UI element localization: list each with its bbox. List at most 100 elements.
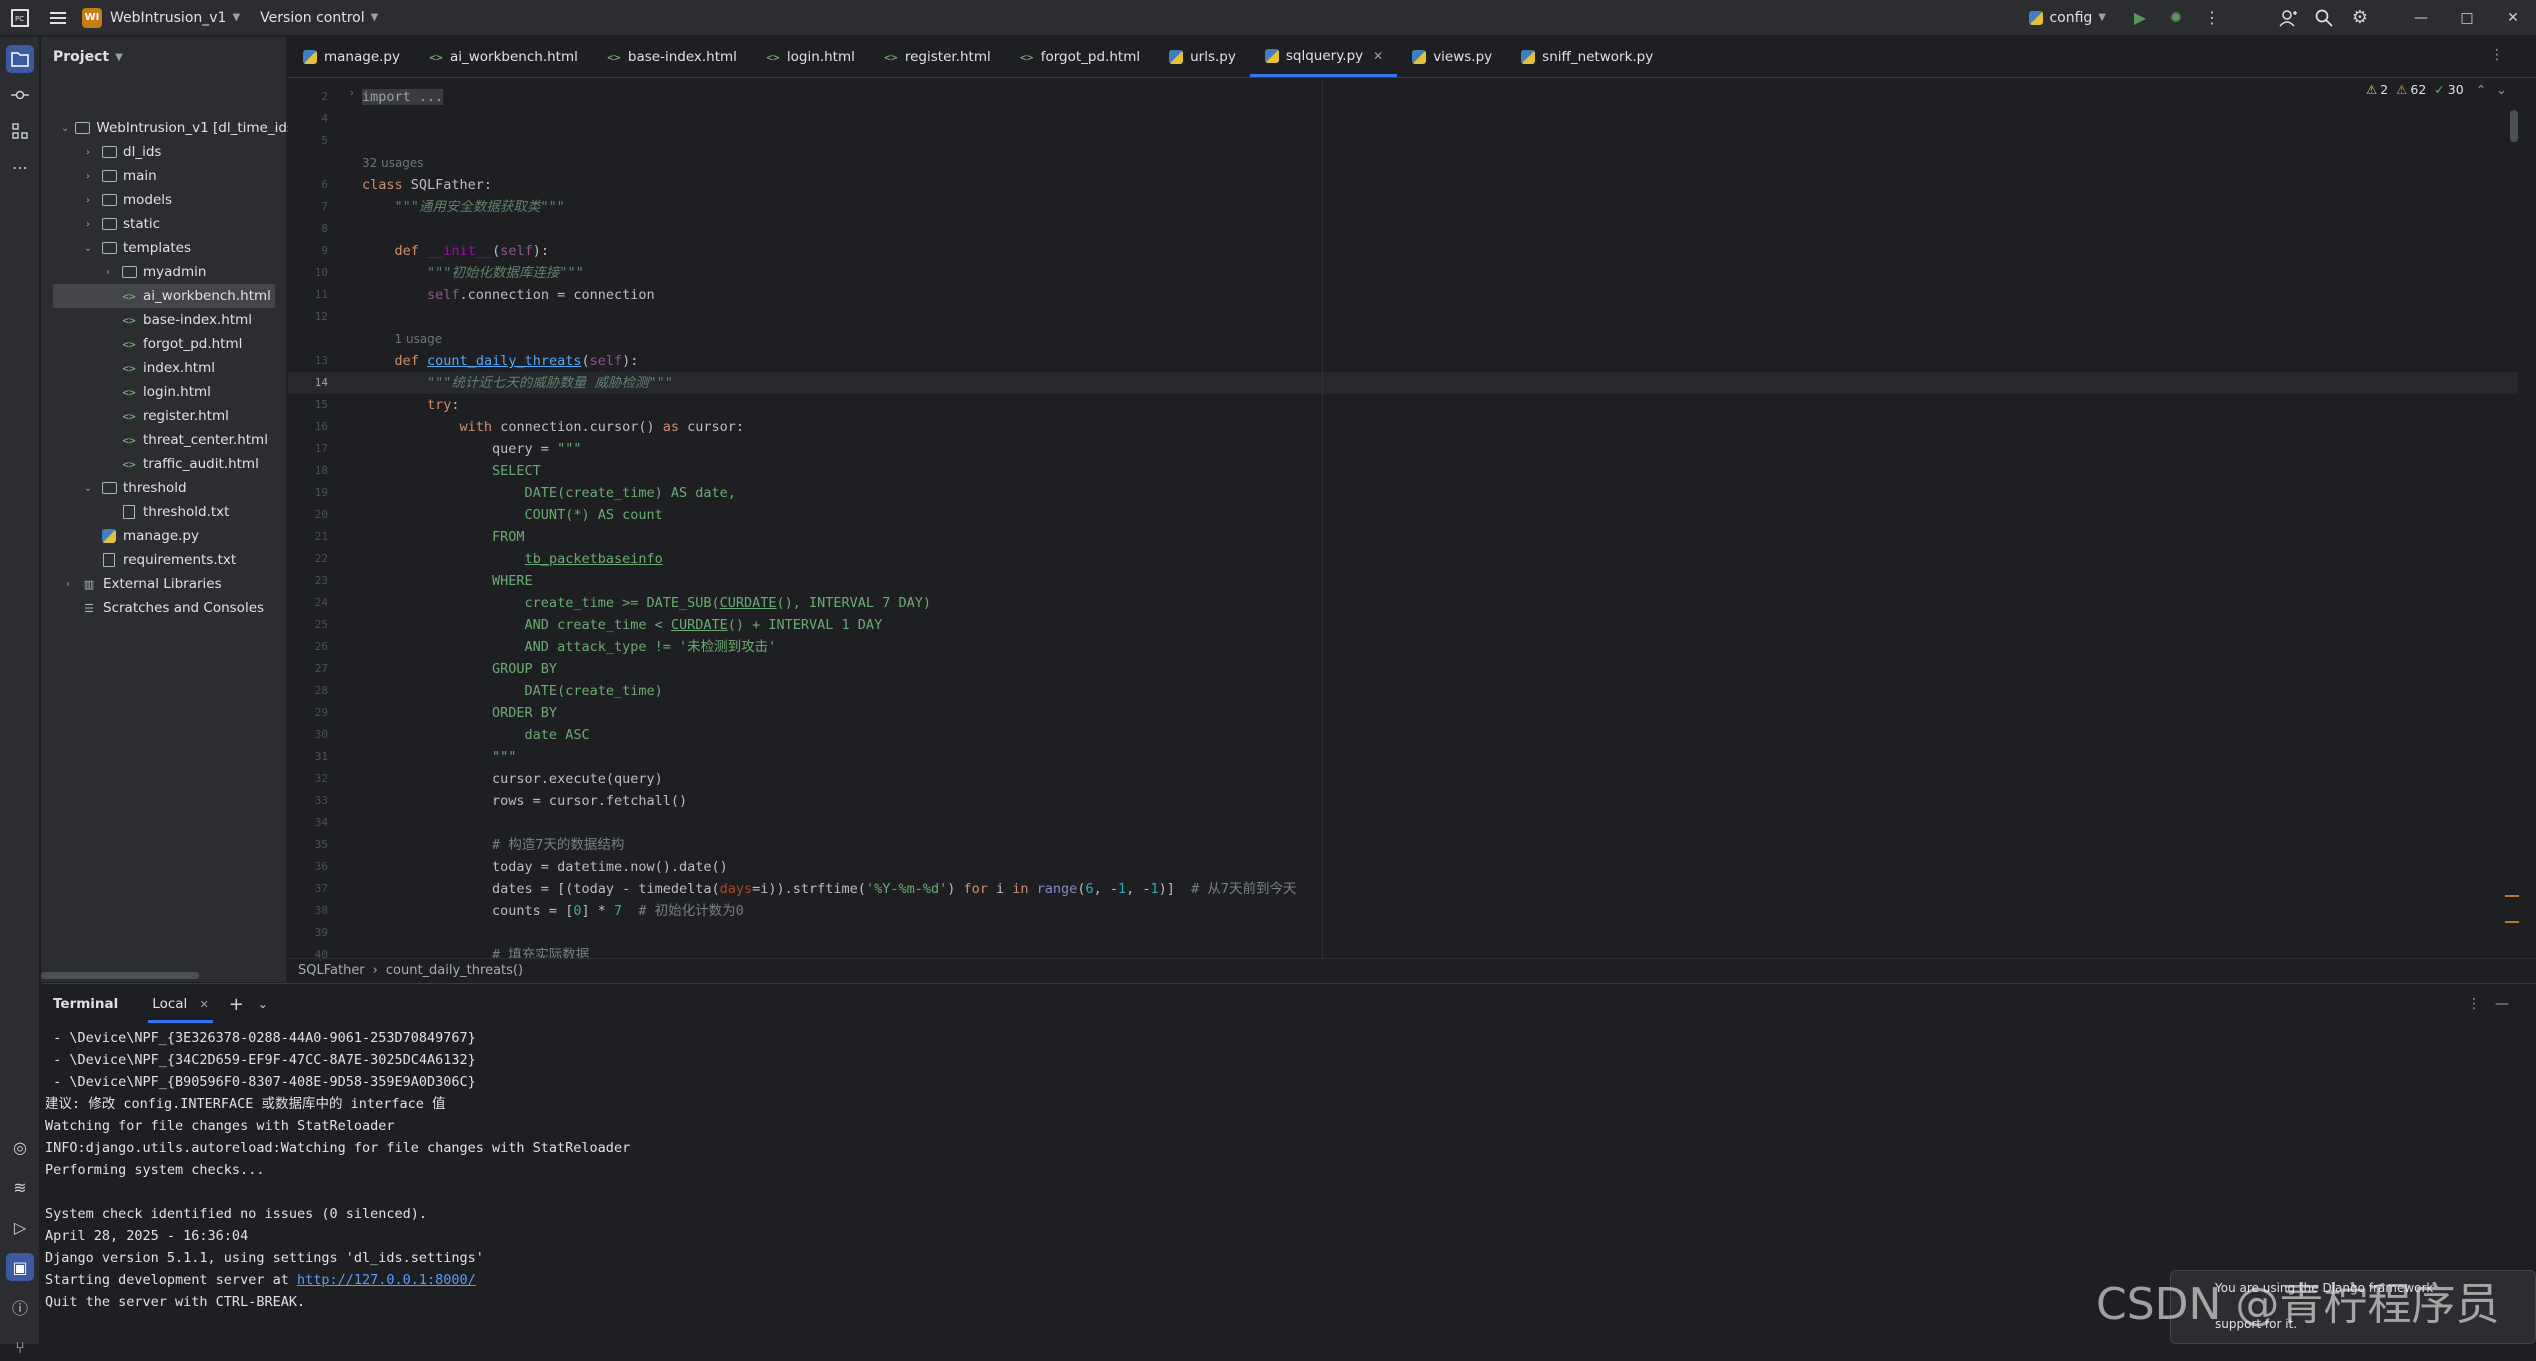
code-line[interactable]: # 填充实际数据 [362,944,589,958]
python-packages-icon[interactable]: ◎ [6,1133,34,1161]
search-icon[interactable] [2306,0,2342,36]
code-line[interactable]: class SQLFather: [362,174,492,196]
tree-item[interactable]: <> base-index.html [53,308,275,332]
chevron-right-icon[interactable]: › [81,147,95,158]
run-config-selector[interactable]: config ▼ [2029,0,2106,36]
code-line[interactable]: ORDER BY [362,702,557,724]
terminal-tool-icon[interactable]: ▣ [6,1253,34,1281]
code-line[interactable]: query = """ [362,438,581,460]
hide-panel-icon[interactable]: — [2495,996,2509,1012]
project-panel-header[interactable]: Project ▼ [41,37,286,77]
tree-item[interactable]: <> ai_workbench.html [53,284,275,308]
breadcrumb-class[interactable]: SQLFather [298,963,365,978]
commit-tool-icon[interactable] [6,81,34,109]
code-line[interactable]: date ASC [362,724,590,746]
error-stripe-mark[interactable] [2505,895,2519,897]
code-line[interactable]: dates = [(today - timedelta(days=i)).str… [362,878,1297,900]
more-tools-icon[interactable]: ⋯ [6,153,34,181]
close-icon[interactable]: ✕ [2490,0,2536,36]
chevron-down-icon[interactable]: ⌄ [258,997,268,1011]
tree-item[interactable]: <> login.html [53,380,275,404]
chevron-right-icon[interactable]: › [101,267,115,278]
code-line[interactable]: 1 usage [362,328,443,350]
project-switcher[interactable]: WI WebIntrusion_v1 ▼ [82,0,240,36]
settings-gear-icon[interactable]: ⚙ [2342,0,2378,36]
tree-item[interactable]: <> index.html [53,356,275,380]
new-tab-icon[interactable]: + [229,994,244,1015]
project-tool-icon[interactable] [6,45,34,73]
editor-tab[interactable]: sqlquery.py ✕ [1249,37,1398,77]
tree-item[interactable]: ⌄ threshold [53,476,275,500]
tree-item[interactable]: <> threat_center.html [53,428,275,452]
tree-item[interactable]: ⌄ WebIntrusion_v1 [dl_time_ids] [53,116,299,140]
more-icon[interactable]: ⋮ [2194,0,2230,36]
code-line[interactable]: rows = cursor.fetchall() [362,790,687,812]
code-line[interactable]: """通用安全数据获取类""" [362,196,565,218]
tree-item[interactable]: › static [53,212,275,236]
chevron-down-icon[interactable]: ⌄ [2496,82,2506,97]
horizontal-scrollbar[interactable] [41,972,199,979]
chevron-right-icon[interactable]: › [61,579,75,590]
editor-tab[interactable]: <> login.html [751,37,869,77]
tree-item[interactable]: manage.py [53,524,275,548]
editor-tab[interactable]: <> base-index.html [592,37,751,77]
code-line[interactable]: WHERE [362,570,533,592]
code-line[interactable]: tb_packetbaseinfo [362,548,663,570]
vertical-scrollbar[interactable] [2510,110,2518,142]
editor-tab[interactable]: urls.py [1154,37,1250,77]
chevron-right-icon[interactable]: › [81,171,95,182]
code-line[interactable]: today = datetime.now().date() [362,856,728,878]
chevron-right-icon[interactable]: › [81,219,95,230]
tree-item[interactable]: › dl_ids [53,140,275,164]
structure-tool-icon[interactable] [6,117,34,145]
code-line[interactable]: 32 usages [362,152,424,174]
tree-item[interactable]: › myadmin [53,260,275,284]
editor-tab[interactable]: <> forgot_pd.html [1005,37,1154,77]
tree-item[interactable]: <> traffic_audit.html [53,452,275,476]
vcs-menu[interactable]: Version control ▼ [260,0,378,36]
app-logo-icon[interactable]: PC [0,0,40,36]
code-line[interactable]: """初始化数据库连接""" [362,262,584,284]
inspection-widget[interactable]: ⚠ 2 ⚠ 62 ✓ 30 ⌃ ⌄ [2366,82,2507,97]
chevron-up-icon[interactable]: ⌃ [2476,82,2486,97]
code-line[interactable]: # 构造7天的数据结构 [362,834,624,856]
tree-item[interactable]: <> register.html [53,404,275,428]
code-line[interactable]: DATE(create_time) [362,680,663,702]
tree-item[interactable]: threshold.txt [53,500,275,524]
code-line[interactable]: def count_daily_threats(self): [362,350,639,372]
tree-item[interactable]: › main [53,164,275,188]
editor-tab[interactable]: sniff_network.py [1506,37,1667,77]
editor-tab[interactable]: <> register.html [869,37,1005,77]
add-user-icon[interactable] [2270,0,2306,36]
editor-tab[interactable]: <> ai_workbench.html [414,37,592,77]
close-tab-icon[interactable]: ✕ [1373,49,1383,63]
code-line[interactable]: SELECT [362,460,541,482]
code-line[interactable]: """统计近七天的威胁数量 威胁检测""" [362,372,673,394]
code-line[interactable]: AND create_time < CURDATE() + INTERVAL 1… [362,614,883,636]
git-icon[interactable]: ⑂ [6,1333,34,1361]
editor-tab[interactable]: manage.py [288,37,414,77]
debug-icon[interactable]: ✹ [2158,0,2194,36]
server-url-link[interactable]: http://127.0.0.1:8000/ [297,1272,476,1288]
tree-item[interactable]: requirements.txt [53,548,275,572]
code-line[interactable]: GROUP BY [362,658,557,680]
breadcrumb-method[interactable]: count_daily_threats() [386,963,523,978]
code-line[interactable]: counts = [0] * 7 # 初始化计数为0 [362,900,744,922]
terminal-tab-local[interactable]: Local ✕ [148,986,213,1023]
code-line[interactable]: cursor.execute(query) [362,768,663,790]
tab-list-icon[interactable]: ⋮ [2490,47,2504,63]
tree-item[interactable]: › ▥ External Libraries [53,572,275,596]
chevron-down-icon[interactable]: ⌄ [81,483,95,494]
code-line[interactable]: self.connection = connection [362,284,655,306]
code-line[interactable]: with connection.cursor() as cursor: [362,416,745,438]
code-line[interactable]: try: [362,394,460,416]
services-icon[interactable]: ▷ [6,1213,34,1241]
minimize-icon[interactable]: — [2398,0,2444,36]
code-editor[interactable]: import ... 32 usages class SQLFather: """通… [362,78,2322,958]
layers-icon[interactable]: ≋ [6,1173,34,1201]
code-line[interactable]: def __init__(self): [362,240,549,262]
error-stripe-mark[interactable] [2505,921,2519,923]
problems-icon[interactable]: ⓘ [6,1293,34,1321]
chevron-down-icon[interactable]: ⌄ [61,123,69,134]
tree-item[interactable]: ☰ Scratches and Consoles [53,596,275,620]
